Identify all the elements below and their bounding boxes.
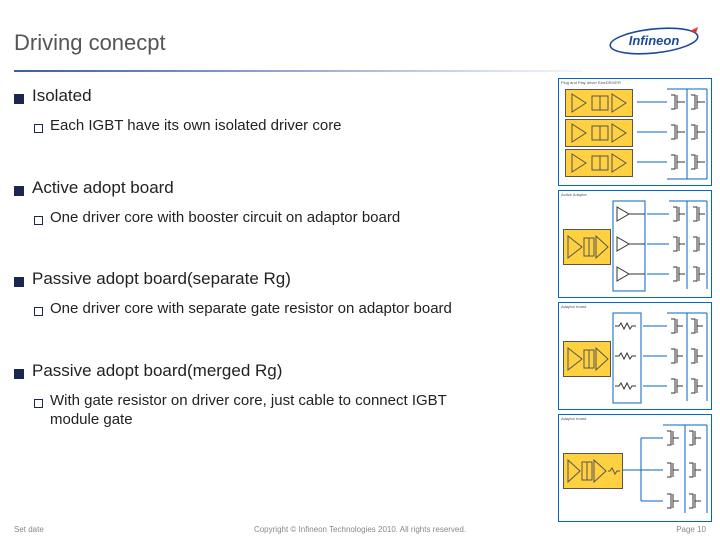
footer-page: Page 10 <box>676 525 706 534</box>
footer-copyright: Copyright © Infineon Technologies 2010. … <box>254 525 466 534</box>
bullet-sub: Each IGBT have its own isolated driver c… <box>50 116 342 136</box>
bullet-heading: Active adopt board <box>32 178 174 198</box>
diagram-label: Active Adaptor <box>561 192 587 197</box>
bullet-heading: Passive adopt board(separate Rg) <box>32 269 291 289</box>
square-bullet-icon <box>14 186 24 196</box>
diagram-isolated: Plug and Play driver EiceDRIVER <box>558 78 712 186</box>
hollow-square-icon <box>34 216 43 225</box>
diagram-passive-sep: Adaptor board <box>558 302 712 410</box>
bullet-heading: Isolated <box>32 86 92 106</box>
hollow-square-icon <box>34 399 43 408</box>
footer-date: Set date <box>14 525 44 534</box>
mosfet-array-icon <box>623 423 709 517</box>
diagram-label: Plug and Play driver EiceDRIVER <box>561 80 621 85</box>
mosfet-array-icon <box>637 85 709 183</box>
mosfet-array-icon <box>643 311 709 405</box>
hollow-square-icon <box>34 307 43 316</box>
mosfet-array-icon <box>647 199 709 293</box>
infineon-logo: Infineon <box>608 25 700 62</box>
resistor-block-icon <box>611 311 643 405</box>
diagram-passive-merged: Adaptor board <box>558 414 712 522</box>
bullet-sub: One driver core with booster circuit on … <box>50 208 400 228</box>
booster-icon <box>611 199 647 293</box>
footer: Set date Copyright © Infineon Technologi… <box>14 525 706 534</box>
subbullet-isolated: Each IGBT have its own isolated driver c… <box>34 116 474 136</box>
subbullet-passive-sep: One driver core with separate gate resis… <box>34 299 474 319</box>
subbullet-active-adopt: One driver core with booster circuit on … <box>34 208 474 228</box>
square-bullet-icon <box>14 369 24 379</box>
bullet-heading: Passive adopt board(merged Rg) <box>32 361 282 381</box>
bullet-sub: With gate resistor on driver core, just … <box>50 391 474 430</box>
diagram-label: Adaptor board <box>561 416 586 421</box>
svg-text:Infineon: Infineon <box>629 33 680 48</box>
diagram-active-adopt: Active Adaptor <box>558 190 712 298</box>
diagram-column: Plug and Play driver EiceDRIVER <box>558 78 712 522</box>
square-bullet-icon <box>14 94 24 104</box>
hollow-square-icon <box>34 124 43 133</box>
header-rule <box>14 70 582 72</box>
diagram-label: Adaptor board <box>561 304 586 309</box>
bullet-sub: One driver core with separate gate resis… <box>50 299 452 319</box>
page-title: Driving conecpt <box>14 30 166 56</box>
subbullet-passive-merged: With gate resistor on driver core, just … <box>34 391 474 430</box>
square-bullet-icon <box>14 277 24 287</box>
